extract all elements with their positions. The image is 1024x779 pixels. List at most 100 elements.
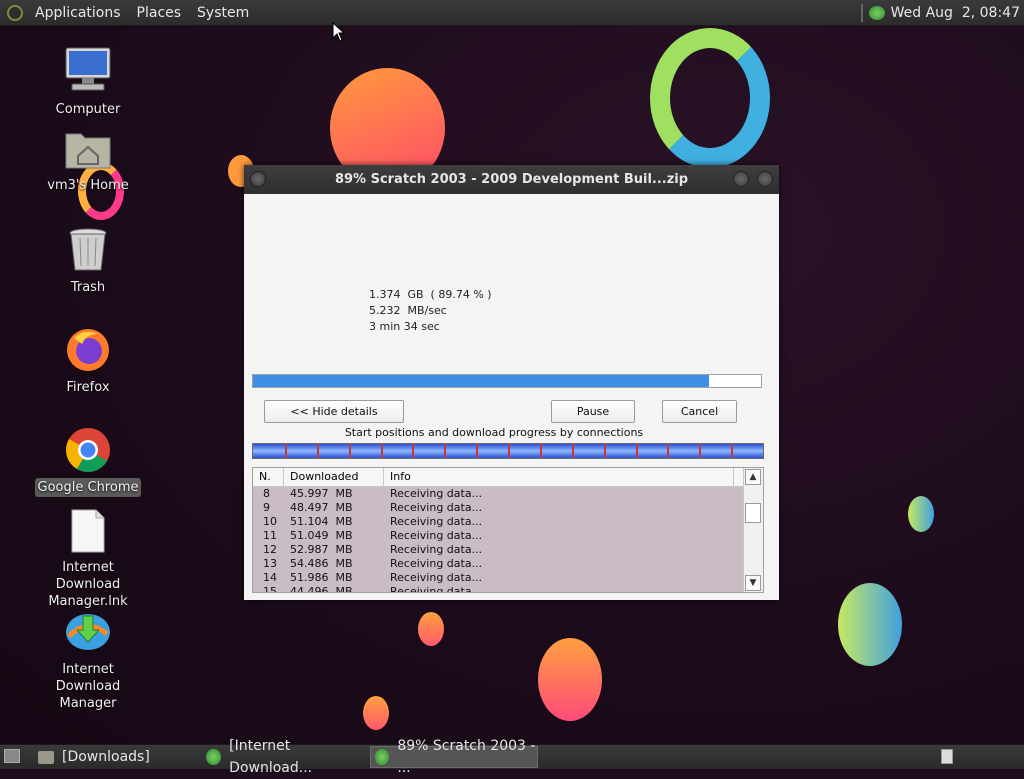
table-row[interactable]: 10 51.104 MB Receiving data... (253, 515, 744, 529)
taskbar-item-label: [Downloads] (62, 749, 150, 765)
window-menu-icon[interactable] (250, 171, 266, 187)
connection-segment-marker (603, 444, 606, 458)
scroll-thumb[interactable] (745, 503, 761, 523)
cell-downloaded: 52.987 MB (290, 543, 353, 556)
bottom-panel: [Downloads] [Internet Download... 89% Sc… (0, 738, 1024, 776)
download-stats: 1.374 GB ( 89.74 % ) 5.232 MB/sec 3 min … (369, 287, 492, 335)
desktop-icon-chrome[interactable]: Google Chrome (28, 426, 148, 497)
wallpaper-shape (908, 496, 934, 532)
desktop-icon-label: Google Chrome (34, 478, 142, 497)
cell-number: 10 (263, 515, 277, 528)
table-row[interactable]: 15 44.496 MB Receiving data... (253, 585, 744, 593)
connection-segment-marker (667, 444, 670, 458)
column-header-info[interactable]: Info (384, 468, 734, 486)
cell-number: 13 (263, 557, 277, 570)
desktop-icon-label: vm3's Home (47, 178, 129, 193)
table-row[interactable]: 9 48.497 MB Receiving data... (253, 501, 744, 515)
scroll-up-icon[interactable]: ▲ (745, 469, 761, 485)
close-icon[interactable] (757, 171, 773, 187)
column-header-downloaded[interactable]: Downloaded (284, 468, 384, 486)
connections-table: N. Downloaded Info 8 45.997 MB Receiving d… (252, 467, 764, 593)
wallpaper-shape (363, 696, 389, 730)
hide-details-button[interactable]: << Hide details (264, 400, 404, 423)
connection-segment-marker (476, 444, 479, 458)
connection-segment-marker (635, 444, 638, 458)
workspace-switcher-icon[interactable] (941, 749, 953, 764)
table-row[interactable]: 13 54.486 MB Receiving data... (253, 557, 744, 571)
cell-info: Receiving data... (390, 571, 483, 584)
connection-segment-marker (444, 444, 447, 458)
distro-logo-icon[interactable] (7, 4, 23, 21)
cell-downloaded: 44.496 MB (290, 585, 353, 593)
clock[interactable]: Wed Aug 2, 08:47 (891, 5, 1020, 21)
desktop-icon-label: Internet Download Manager (55, 662, 121, 711)
connection-segment-marker (316, 444, 319, 458)
table-row[interactable]: 11 51.049 MB Receiving data... (253, 529, 744, 543)
cell-number: 14 (263, 571, 277, 584)
firefox-icon (67, 329, 109, 371)
minimize-icon[interactable] (733, 171, 749, 187)
cell-downloaded: 51.104 MB (290, 515, 353, 528)
taskbar-item-idm[interactable]: [Internet Download... (202, 738, 370, 776)
download-progress-dialog: 89% Scratch 2003 - 2009 Development Buil… (244, 165, 779, 600)
idm-tray-icon[interactable] (868, 5, 885, 20)
cell-number: 9 (263, 501, 270, 514)
transfer-rate: 5.232 MB/sec (369, 304, 447, 317)
desktop-icon-label: Firefox (66, 380, 110, 395)
home-folder-icon (65, 133, 111, 169)
cell-info: Receiving data... (390, 487, 483, 500)
file-icon (71, 509, 105, 553)
desktop-icon-computer[interactable]: Computer (28, 44, 148, 119)
desktop-icon-home[interactable]: vm3's Home (28, 126, 148, 195)
connection-segment-marker (731, 444, 734, 458)
desktop-icon-label: Trash (70, 280, 106, 295)
connection-segment-marker (348, 444, 351, 458)
desktop-icon-firefox[interactable]: Firefox (28, 326, 148, 397)
cell-number: 12 (263, 543, 277, 556)
pause-button[interactable]: Pause (551, 400, 635, 423)
cell-number: 8 (263, 487, 270, 500)
downloaded-amount: 1.374 GB ( 89.74 % ) (369, 288, 492, 301)
connection-segment-marker (571, 444, 574, 458)
cell-number: 11 (263, 529, 277, 542)
table-body: 8 45.997 MB Receiving data... 9 48.497 MB Rec… (253, 487, 744, 593)
cell-info: Receiving data... (390, 529, 483, 542)
taskbar-item-download-dialog[interactable]: 89% Scratch 2003 - ... (370, 738, 538, 776)
menu-system[interactable]: System (189, 5, 257, 21)
cancel-button[interactable]: Cancel (662, 400, 737, 423)
table-scrollbar[interactable]: ▲ ▼ (743, 468, 763, 592)
taskbar-item-downloads[interactable]: [Downloads] (34, 746, 202, 768)
connection-segment-marker (284, 444, 287, 458)
desktop-icon-idm-lnk[interactable]: Internet Download Manager.lnk (28, 508, 148, 611)
desktop-icon-trash[interactable]: Trash (28, 226, 148, 297)
cell-downloaded: 51.986 MB (290, 571, 353, 584)
show-desktop-icon[interactable] (4, 749, 20, 763)
progress-fill (253, 375, 709, 387)
mouse-cursor-icon (332, 22, 346, 42)
time-left: 3 min 34 sec (369, 320, 440, 333)
table-row[interactable]: 8 45.997 MB Receiving data... (253, 487, 744, 501)
table-row[interactable]: 12 52.987 MB Receiving data... (253, 543, 744, 557)
menu-applications[interactable]: Applications (27, 5, 129, 21)
table-row[interactable]: 14 51.986 MB Receiving data... (253, 571, 744, 585)
cell-downloaded: 51.049 MB (290, 529, 353, 542)
taskbar-item-label: [Internet Download... (229, 738, 313, 776)
folder-icon (38, 750, 54, 764)
taskbar-item-label: 89% Scratch 2003 - ... (397, 738, 536, 776)
dialog-title: 89% Scratch 2003 - 2009 Development Buil… (334, 172, 689, 187)
idm-icon (375, 749, 390, 765)
download-progress-bar (252, 374, 762, 388)
cell-info: Receiving data... (390, 543, 483, 556)
desktop-icon-idm[interactable]: Internet Download Manager (28, 608, 148, 713)
column-header-number[interactable]: N. (253, 468, 284, 486)
cell-info: Receiving data... (390, 501, 483, 514)
table-header: N. Downloaded Info (253, 468, 744, 487)
scroll-down-icon[interactable]: ▼ (745, 575, 761, 591)
connection-segment-marker (699, 444, 702, 458)
cell-number: 15 (263, 585, 277, 593)
dialog-titlebar[interactable]: 89% Scratch 2003 - 2009 Development Buil… (244, 165, 779, 194)
idm-icon (66, 614, 110, 650)
chrome-icon (66, 428, 110, 472)
menu-places[interactable]: Places (129, 5, 190, 21)
cell-downloaded: 54.486 MB (290, 557, 353, 570)
